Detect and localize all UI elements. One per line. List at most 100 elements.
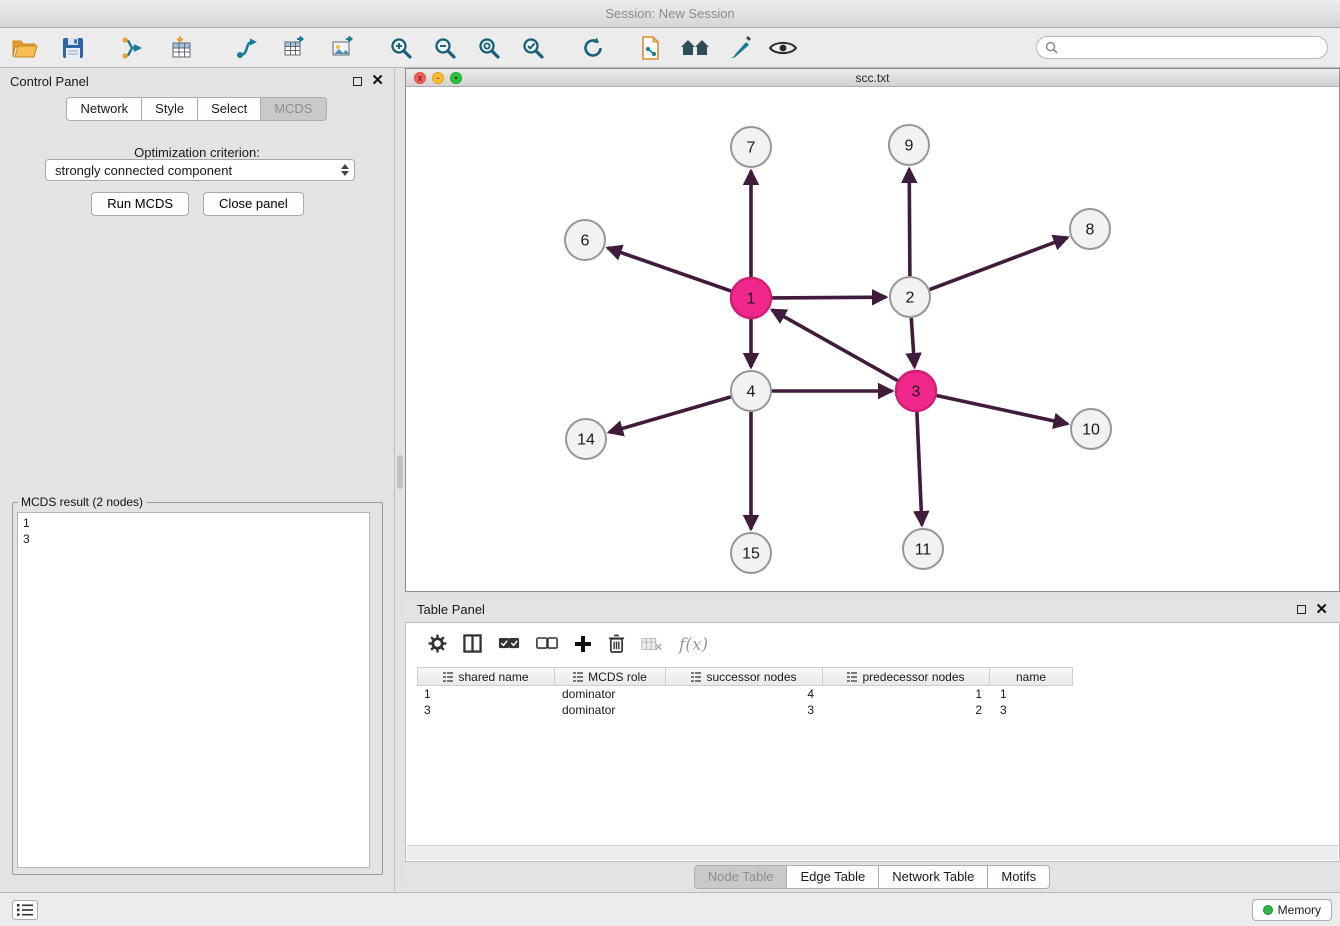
unselect-all-button[interactable]: [536, 636, 558, 654]
close-panel-icon[interactable]: ✕: [371, 76, 384, 86]
cell-mcds-role[interactable]: dominator: [556, 686, 668, 702]
graph-node-10[interactable]: 10: [1071, 409, 1111, 449]
table-row[interactable]: 1 dominator 4 1 1: [418, 686, 1339, 702]
table-header-row: shared name MCDS role successor nodes pr…: [418, 667, 1339, 686]
style-brush-button[interactable]: [724, 33, 754, 63]
network-window-titlebar[interactable]: x - + scc.txt: [406, 69, 1339, 87]
optimization-dropdown[interactable]: strongly connected component: [45, 159, 355, 181]
tab-node-table[interactable]: Node Table: [694, 865, 788, 889]
save-floppy-icon: [62, 37, 84, 59]
graph-edge-2-3[interactable]: [911, 318, 914, 367]
graph-node-14[interactable]: 14: [566, 419, 606, 459]
window-minimize-icon[interactable]: -: [432, 72, 444, 84]
cell-name[interactable]: 1: [994, 686, 1078, 702]
cell-successor-nodes[interactable]: 4: [668, 686, 826, 702]
import-table-button[interactable]: [166, 33, 196, 63]
new-network-button[interactable]: [232, 33, 262, 63]
float-table-panel-icon[interactable]: [1297, 605, 1306, 614]
window-close-icon[interactable]: x: [414, 72, 426, 84]
tab-select[interactable]: Select: [197, 97, 261, 121]
task-history-button[interactable]: [12, 900, 38, 920]
add-column-button[interactable]: [574, 635, 592, 656]
search-box[interactable]: [1036, 36, 1328, 59]
graph-node-6[interactable]: 6: [565, 220, 605, 260]
column-header-predecessor-nodes[interactable]: predecessor nodes: [822, 667, 990, 686]
close-panel-button[interactable]: Close panel: [203, 192, 304, 216]
cell-successor-nodes[interactable]: 3: [668, 702, 826, 718]
network-overview-button[interactable]: [680, 33, 710, 63]
search-input[interactable]: [1063, 40, 1319, 55]
cell-predecessor-nodes[interactable]: 2: [826, 702, 994, 718]
tab-network[interactable]: Network: [66, 97, 142, 121]
run-mcds-button[interactable]: Run MCDS: [91, 192, 189, 216]
graph-node-11[interactable]: 11: [903, 529, 943, 569]
table-row[interactable]: 3 dominator 3 2 3: [418, 702, 1339, 718]
show-columns-button[interactable]: [463, 634, 482, 656]
zoom-fit-button[interactable]: [474, 33, 504, 63]
dropdown-arrows-icon: [336, 160, 354, 180]
graph-node-1[interactable]: 1: [731, 278, 771, 318]
tab-style[interactable]: Style: [141, 97, 198, 121]
network-document-button[interactable]: [636, 33, 666, 63]
dropdown-value: strongly connected component: [55, 163, 232, 178]
apply-layout-button[interactable]: [578, 33, 608, 63]
cell-name[interactable]: 3: [994, 702, 1078, 718]
tab-motifs[interactable]: Motifs: [987, 865, 1050, 889]
export-image-button[interactable]: [328, 33, 358, 63]
graph-edge-4-14[interactable]: [609, 397, 731, 432]
cell-predecessor-nodes[interactable]: 1: [826, 686, 994, 702]
graph-edge-3-10[interactable]: [937, 396, 1068, 424]
cell-mcds-role[interactable]: dominator: [556, 702, 668, 718]
tab-edge-table[interactable]: Edge Table: [786, 865, 879, 889]
tab-network-table[interactable]: Network Table: [878, 865, 988, 889]
graph-node-7[interactable]: 7: [731, 127, 771, 167]
column-header-name[interactable]: name: [989, 667, 1073, 686]
cell-shared-name[interactable]: 1: [418, 686, 556, 702]
tab-mcds[interactable]: MCDS: [260, 97, 326, 121]
cell-shared-name[interactable]: 3: [418, 702, 556, 718]
mcds-result-list[interactable]: 1 3: [17, 512, 370, 868]
select-all-button[interactable]: [498, 636, 520, 654]
column-type-icon: [443, 672, 453, 682]
graph-edge-2-8[interactable]: [930, 238, 1068, 290]
graph-edge-2-9[interactable]: [909, 169, 910, 276]
memory-button[interactable]: Memory: [1252, 899, 1332, 921]
float-panel-icon[interactable]: [353, 77, 362, 86]
import-network-button[interactable]: [118, 33, 148, 63]
table-settings-button[interactable]: [428, 634, 447, 656]
graph-node-4[interactable]: 4: [731, 371, 771, 411]
graph-node-2[interactable]: 2: [890, 277, 930, 317]
zoom-in-button[interactable]: [386, 33, 416, 63]
window-title: Session: New Session: [605, 6, 734, 21]
column-header-shared-name[interactable]: shared name: [417, 667, 555, 686]
close-table-panel-icon[interactable]: ✕: [1315, 605, 1328, 615]
graph-node-15[interactable]: 15: [731, 533, 771, 573]
network-view-window: x - + scc.txt 7 9 6 8 1 2 4 3 14 10 15 11: [405, 68, 1340, 592]
open-session-button[interactable]: [10, 33, 40, 63]
column-header-successor-nodes[interactable]: successor nodes: [665, 667, 823, 686]
show-hide-button[interactable]: [768, 33, 798, 63]
graph-edge-3-1[interactable]: [772, 310, 898, 381]
save-session-button[interactable]: [58, 33, 88, 63]
graph-edge-3-11[interactable]: [917, 412, 922, 525]
network-canvas[interactable]: 7 9 6 8 1 2 4 3 14 10 15 11: [406, 87, 1339, 590]
zoom-selected-button[interactable]: [518, 33, 548, 63]
column-header-mcds-role[interactable]: MCDS role: [554, 667, 666, 686]
graph-node-9[interactable]: 9: [889, 125, 929, 165]
window-zoom-icon[interactable]: +: [450, 72, 462, 84]
graph-edge-1-2[interactable]: [772, 297, 886, 298]
panel-splitter[interactable]: [397, 455, 403, 489]
graph-edge-1-6[interactable]: [608, 248, 732, 291]
graph-node-8[interactable]: 8: [1070, 209, 1110, 249]
import-network-icon: [121, 36, 145, 60]
export-table-button[interactable]: [280, 33, 310, 63]
status-bar: Memory: [0, 892, 1340, 926]
graph-node-3[interactable]: 3: [896, 371, 936, 411]
table-panel-title: Table Panel: [417, 602, 485, 617]
table-hscrollbar[interactable]: [407, 845, 1338, 860]
delete-column-button[interactable]: [608, 634, 625, 656]
zoom-selected-icon: [521, 36, 545, 60]
zoom-out-button[interactable]: [430, 33, 460, 63]
graph-node-label: 4: [747, 384, 756, 401]
control-panel-header: Control Panel ✕: [0, 68, 394, 94]
